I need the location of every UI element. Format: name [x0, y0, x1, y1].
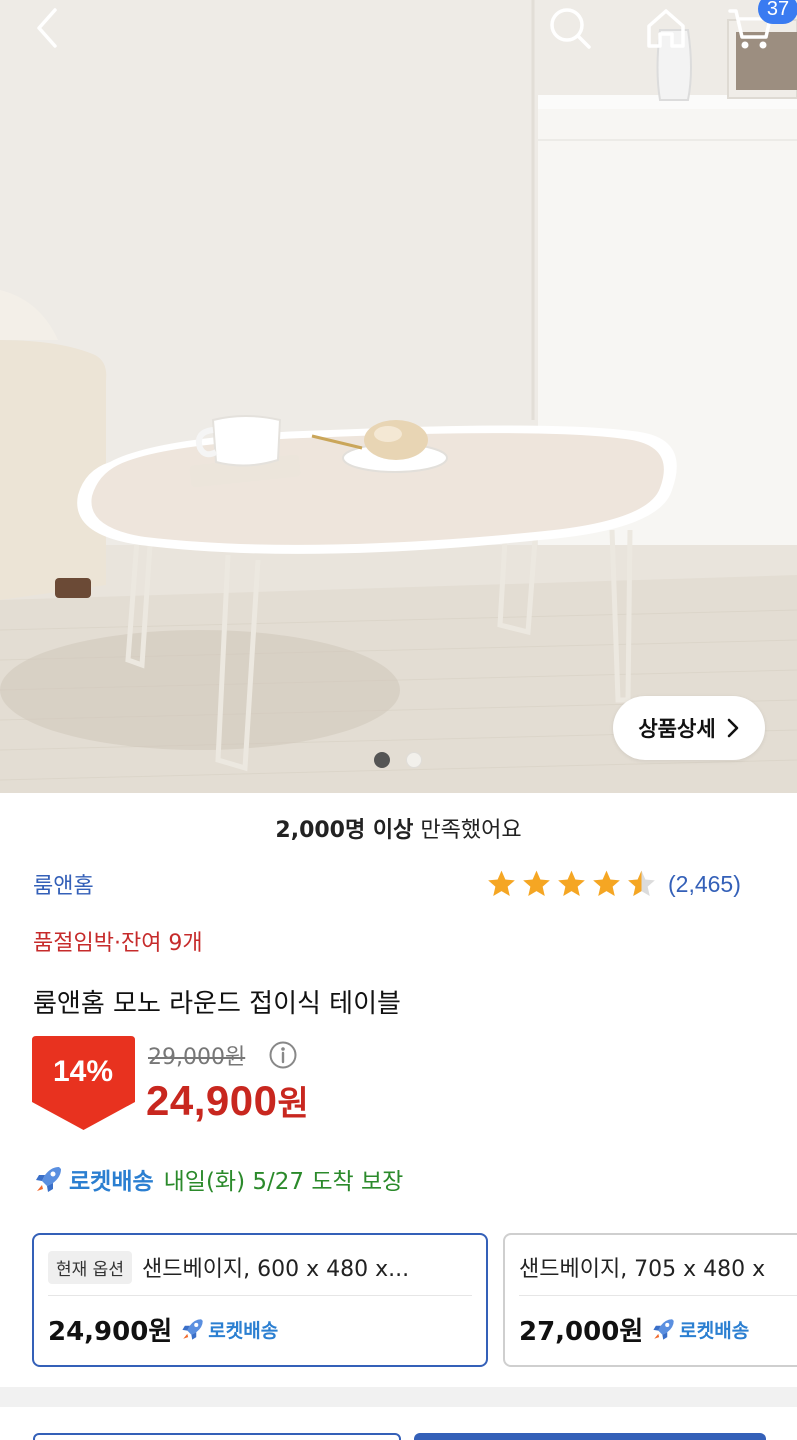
rocket-icon	[653, 1319, 675, 1340]
stock-notice: 품절임박·잔여 9개	[33, 931, 203, 956]
gallery-dot-2[interactable]	[406, 752, 422, 768]
review-count: (2,465)	[668, 870, 741, 897]
bottom-action-bar	[0, 1407, 797, 1440]
gallery-dot-1[interactable]	[374, 752, 390, 768]
option-rocket-label: 로켓배송	[679, 1319, 750, 1342]
rating-summary[interactable]: (2,465)	[485, 866, 741, 902]
option-price: 27,000원	[519, 1316, 644, 1347]
sale-price-number: 24,900	[146, 1077, 278, 1124]
brand-link[interactable]: 룸앤홈	[33, 868, 94, 900]
chevron-right-icon	[727, 718, 738, 738]
search-icon[interactable]	[546, 4, 594, 52]
info-icon[interactable]	[268, 1040, 298, 1074]
top-navigation-bar: 37	[0, 0, 797, 60]
product-detail-label: 상품상세	[638, 717, 716, 741]
current-option-tag: 현재 옵션	[48, 1250, 132, 1284]
delivery-eta: 내일(화) 5/27 도착 보장	[163, 1169, 404, 1195]
option-divider	[48, 1295, 472, 1296]
product-photo	[0, 0, 797, 793]
product-detail-button[interactable]: 상품상세	[613, 696, 765, 760]
sale-price-unit: 원	[277, 1084, 310, 1124]
rocket-delivery-label: 로켓배송	[69, 1169, 154, 1195]
star-full-icon	[558, 870, 585, 896]
discount-rate: 14%	[52, 1055, 114, 1088]
option-rocket-badge: 로켓배송	[180, 1316, 278, 1343]
section-separator	[0, 1387, 797, 1407]
product-title: 룸앤홈 모노 라운드 접이식 테이블	[33, 989, 401, 1019]
satisfaction-count: 2,000명 이상	[275, 818, 414, 843]
delivery-info: 로켓배송 내일(화) 5/27 도착 보장	[33, 1162, 403, 1196]
original-price: 29,000원	[148, 1045, 246, 1070]
star-full-icon	[523, 870, 550, 896]
option-divider	[519, 1295, 797, 1296]
star-half-icon	[628, 870, 655, 896]
star-full-icon	[488, 870, 515, 896]
rocket-icon	[182, 1319, 204, 1340]
rocket-icon	[36, 1167, 61, 1192]
option-rocket-badge: 로켓배송	[651, 1316, 749, 1343]
option-card[interactable]: 샌드베이지, 705 x 480 x 27,000원 로켓배송	[503, 1233, 797, 1367]
satisfaction-text: 만족했어요	[413, 818, 522, 843]
buy-now-button[interactable]	[414, 1433, 766, 1440]
option-card-current[interactable]: 현재 옵션 샌드베이지, 600 x 480 x... 24,900원 로켓배송	[32, 1233, 488, 1367]
cart-add-button[interactable]	[33, 1433, 401, 1440]
cart-count-badge: 37	[758, 0, 797, 24]
home-icon[interactable]	[642, 4, 690, 52]
sale-price: 24,900원	[146, 1076, 309, 1125]
option-rocket-label: 로켓배송	[208, 1319, 279, 1342]
option-price: 24,900원	[48, 1316, 173, 1347]
gallery-pagination	[374, 752, 422, 768]
option-name: 샌드베이지, 705 x 480 x	[519, 1257, 766, 1282]
star-full-icon	[593, 870, 620, 896]
satisfaction-banner: 2,000명 이상 만족했어요	[0, 812, 797, 844]
product-image-gallery[interactable]: 37 상품상세	[0, 0, 797, 793]
option-name: 샌드베이지, 600 x 480 x...	[141, 1257, 410, 1282]
star-rating	[485, 868, 658, 900]
back-arrow-icon[interactable]	[24, 4, 72, 52]
